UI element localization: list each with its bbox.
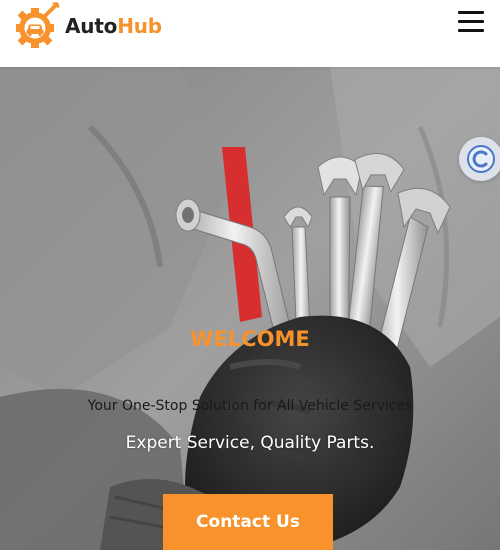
site-header: AutoHub (0, 0, 500, 67)
gear-wrench-logo-icon (16, 2, 60, 48)
brand-name-part2: Hub (117, 14, 162, 38)
brand-name-part1: Auto (65, 14, 118, 38)
hero-background-image (0, 67, 500, 550)
hero-heading: WELCOME (190, 327, 310, 351)
hero-tagline: Your One-Stop Solution for All Vehicle S… (87, 398, 413, 414)
hero-subheading: Expert Service, Quality Parts. (125, 433, 375, 453)
hero-section: WELCOME Your One-Stop Solution for All V… (0, 67, 500, 550)
logo[interactable]: AutoHub (14, 0, 162, 52)
hamburger-menu-icon-bar-bottom (458, 29, 484, 32)
contact-us-button[interactable]: Contact Us (163, 494, 333, 550)
hamburger-menu-icon-bar-top (458, 11, 484, 14)
floating-widget-button[interactable] (459, 137, 500, 181)
brand-name: AutoHub (65, 14, 162, 38)
hamburger-menu-icon-bar-middle (458, 20, 484, 23)
hamburger-menu-button[interactable] (458, 11, 484, 33)
c-badge-icon (467, 145, 495, 173)
